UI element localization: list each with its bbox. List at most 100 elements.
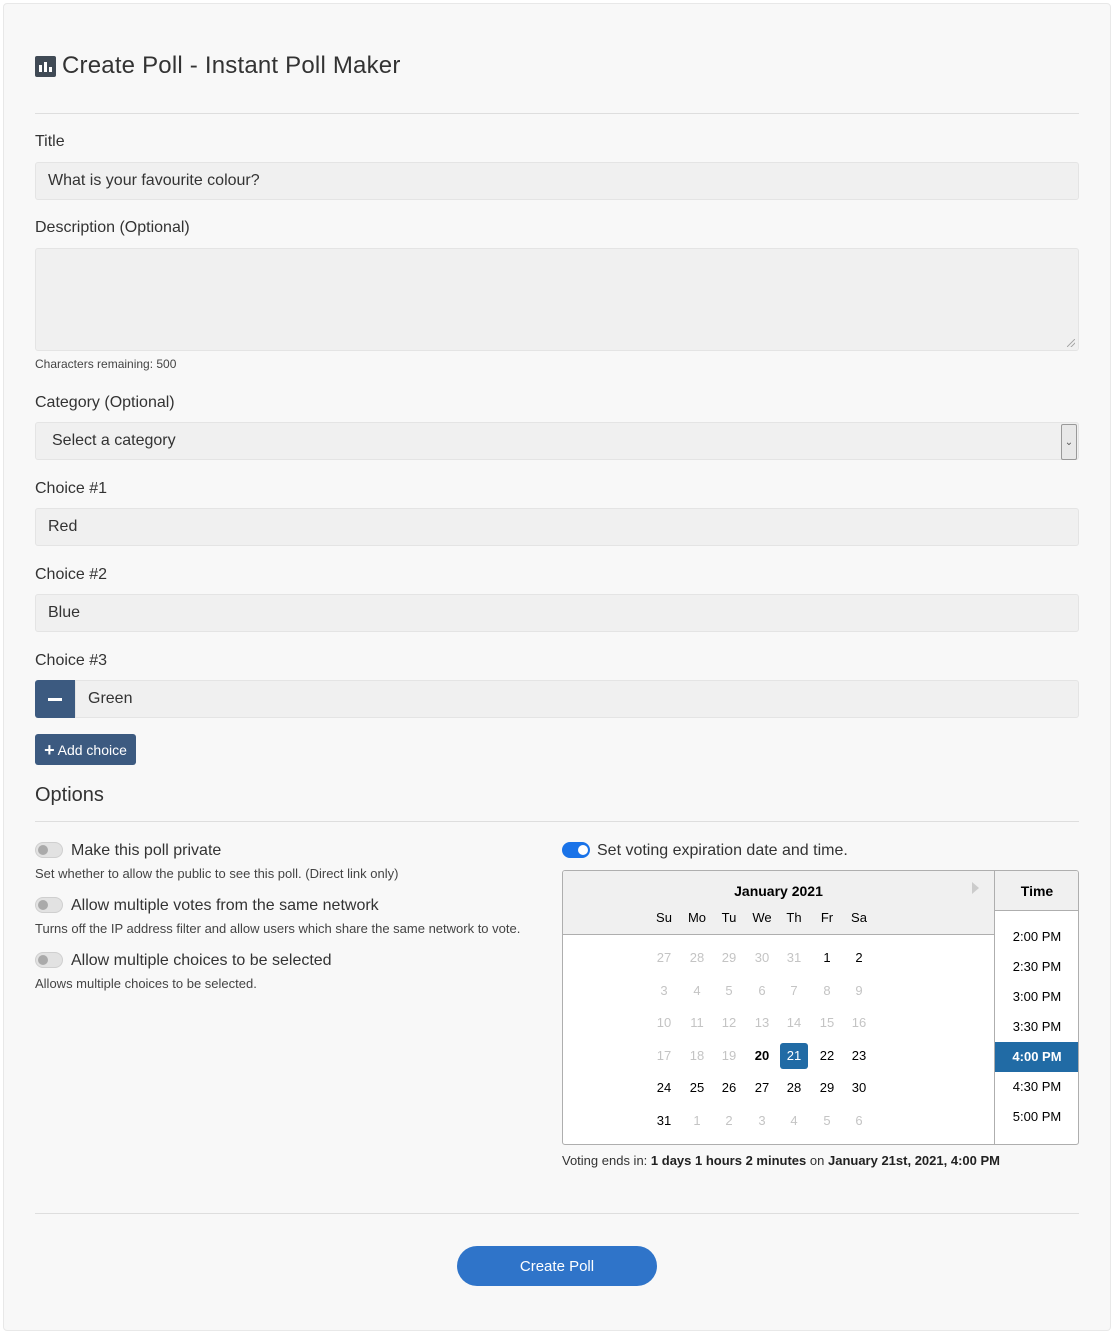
characters-remaining: Characters remaining: 500 (35, 357, 177, 371)
voting-ends-info: Voting ends in: 1 days 1 hours 2 minutes… (562, 1153, 1000, 1168)
add-choice-button[interactable]: + Add choice (35, 734, 136, 765)
create-poll-button[interactable]: Create Poll (457, 1246, 657, 1286)
calendar-day[interactable]: 28 (780, 1075, 808, 1101)
calendar-day[interactable]: 25 (683, 1075, 711, 1101)
page-title: Create Poll - Instant Poll Maker (62, 52, 401, 79)
calendar-day[interactable]: 4 (780, 1108, 808, 1134)
calendar-day[interactable]: 1 (683, 1108, 711, 1134)
weekday-header: Fr (820, 910, 834, 925)
weekday-header: We (752, 910, 772, 925)
time-option[interactable]: 2:30 PM (995, 952, 1078, 982)
minus-icon (48, 697, 62, 701)
calendar-day[interactable]: 6 (748, 978, 776, 1004)
calendar-day[interactable]: 2 (845, 945, 873, 971)
bar-chart-icon (35, 55, 56, 77)
calendar-day[interactable]: 3 (748, 1108, 776, 1134)
multi-votes-toggle[interactable] (35, 897, 63, 913)
choice-1-input[interactable]: Red (35, 508, 1079, 546)
calendar-day[interactable]: 31 (650, 1108, 678, 1134)
calendar-day[interactable]: 16 (845, 1010, 873, 1036)
multi-choices-toggle[interactable] (35, 952, 63, 968)
calendar-day[interactable]: 14 (780, 1010, 808, 1036)
expiration-label: Set voting expiration date and time. (597, 842, 848, 859)
time-option[interactable]: 4:00 PM (995, 1042, 1078, 1072)
calendar-day[interactable]: 24 (650, 1075, 678, 1101)
resize-grip-icon[interactable] (1067, 339, 1075, 347)
calendar-day[interactable]: 30 (845, 1075, 873, 1101)
description-textarea[interactable] (35, 248, 1079, 351)
calendar-day[interactable]: 5 (715, 978, 743, 1004)
calendar-day[interactable]: 15 (813, 1010, 841, 1036)
plus-icon: + (44, 739, 55, 760)
category-selected-value: Select a category (52, 432, 176, 449)
calendar-header: January 2021 Su Mo Tu We Th Fr Sa (563, 871, 994, 935)
expiration-datepicker: January 2021 Su Mo Tu We Th Fr Sa 27 28 29 30 31 1 2… (562, 870, 1079, 1145)
calendar-day[interactable]: 13 (748, 1010, 776, 1036)
header-divider (35, 113, 1079, 114)
time-option[interactable]: 3:00 PM (995, 982, 1078, 1012)
remove-choice-button[interactable] (35, 680, 75, 718)
calendar-day[interactable]: 9 (845, 978, 873, 1004)
calendar-day[interactable]: 4 (683, 978, 711, 1004)
calendar-day[interactable]: 7 (780, 978, 808, 1004)
calendar-day[interactable]: 5 (813, 1108, 841, 1134)
footer-divider (35, 1213, 1079, 1214)
calendar-day[interactable]: 20 (748, 1043, 776, 1069)
calendar-day[interactable]: 11 (683, 1010, 711, 1036)
time-list: Time 2:00 PM 2:30 PM 3:00 PM 3:30 PM 4:00 PM… (994, 871, 1078, 1144)
weekday-header: Tu (721, 910, 737, 925)
weekday-header: Su (656, 910, 672, 925)
category-select[interactable]: Select a category ⌄ (35, 422, 1079, 460)
calendar-day[interactable]: 10 (650, 1010, 678, 1036)
calendar-day[interactable]: 21 (780, 1043, 808, 1069)
calendar-day[interactable]: 1 (813, 945, 841, 971)
calendar-day[interactable]: 27 (650, 945, 678, 971)
choice-2-label: Choice #2 (35, 566, 108, 583)
time-option[interactable]: 2:00 PM (995, 922, 1078, 952)
calendar-day[interactable]: 31 (780, 945, 808, 971)
choice-2-input[interactable]: Blue (35, 594, 1079, 632)
calendar-day[interactable]: 18 (683, 1043, 711, 1069)
voting-ends-duration: 1 days 1 hours 2 minutes (650, 1153, 807, 1168)
options-heading: Options (35, 784, 104, 806)
private-label: Make this poll private (71, 842, 222, 859)
next-month-icon[interactable] (972, 882, 979, 894)
choice-1-label: Choice #1 (35, 480, 108, 497)
multi-choices-desc: Allows multiple choices to be selected. (35, 976, 257, 991)
expiration-toggle[interactable] (562, 842, 590, 858)
calendar-day[interactable]: 6 (845, 1108, 873, 1134)
weekday-header: Th (786, 910, 802, 925)
calendar-day[interactable]: 2 (715, 1108, 743, 1134)
chevron-down-icon[interactable]: ⌄ (1061, 424, 1077, 460)
calendar-day[interactable]: 22 (813, 1043, 841, 1069)
calendar-day[interactable]: 27 (748, 1075, 776, 1101)
calendar-day[interactable]: 28 (683, 945, 711, 971)
multi-votes-desc: Turns off the IP address filter and allo… (35, 921, 521, 936)
multi-votes-label: Allow multiple votes from the same netwo… (71, 897, 379, 914)
calendar-day[interactable]: 30 (748, 945, 776, 971)
calendar-day[interactable]: 8 (813, 978, 841, 1004)
private-toggle[interactable] (35, 842, 63, 858)
calendar-day[interactable]: 29 (813, 1075, 841, 1101)
calendar-day[interactable]: 12 (715, 1010, 743, 1036)
time-option[interactable]: 4:30 PM (995, 1072, 1078, 1102)
voting-ends-date: January 21st, 2021, 4:00 PM (827, 1153, 1000, 1168)
calendar-day[interactable]: 17 (650, 1043, 678, 1069)
choice-3-input[interactable]: Green (75, 680, 1079, 718)
calendar-day[interactable]: 23 (845, 1043, 873, 1069)
private-desc: Set whether to allow the public to see t… (35, 866, 399, 881)
time-option[interactable]: 5:00 PM (995, 1102, 1078, 1132)
category-label: Category (Optional) (35, 394, 175, 411)
choice-3-label: Choice #3 (35, 652, 108, 669)
voting-ends-prefix: Voting ends in: (562, 1153, 648, 1168)
time-header: Time (995, 871, 1078, 911)
calendar-day[interactable]: 29 (715, 945, 743, 971)
time-option[interactable]: 3:30 PM (995, 1012, 1078, 1042)
calendar-day[interactable]: 26 (715, 1075, 743, 1101)
calendar-day[interactable]: 19 (715, 1043, 743, 1069)
calendar-day[interactable]: 3 (650, 978, 678, 1004)
title-input[interactable]: What is your favourite colour? (35, 162, 1079, 200)
multi-choices-label: Allow multiple choices to be selected (71, 952, 332, 969)
description-label: Description (Optional) (35, 219, 190, 236)
weekday-header: Sa (851, 910, 867, 925)
